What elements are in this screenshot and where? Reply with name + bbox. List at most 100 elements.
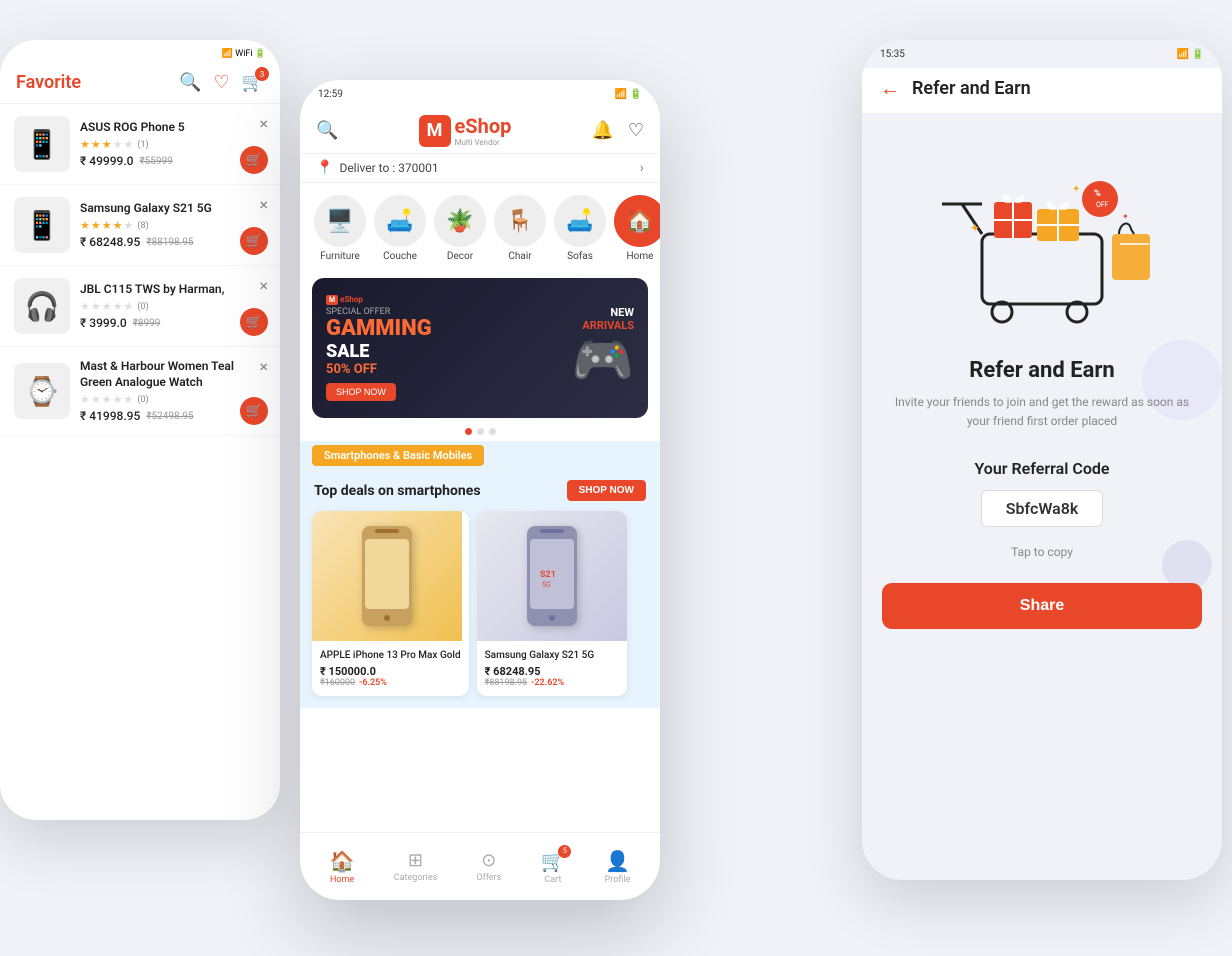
product-name-iphone: APPLE iPhone 13 Pro Max Gold (320, 649, 461, 662)
close-btn-1[interactable]: × (259, 114, 268, 133)
product-original-iphone: ₹160000 (320, 678, 355, 688)
deliver-bar[interactable]: 📍 Deliver to : 370001 › (300, 153, 660, 183)
category-icon-sofas: 🛋️ (554, 195, 606, 247)
review-count-3: (0) (137, 302, 148, 312)
banner-discount-text: 50% OFF (326, 362, 504, 377)
arrivals-label: ARRIVALS (582, 319, 634, 332)
time-right: 15:35 (880, 49, 905, 60)
nav-cart[interactable]: 🛒 5 Cart (540, 849, 565, 885)
location-pin-icon: 📍 (316, 160, 333, 176)
deliver-text: Deliver to : 370001 (339, 161, 639, 175)
stars-4: ★★★★★ (0) (80, 393, 266, 406)
item-info-2: Samsung Galaxy S21 5G ★★★★★ (8) ₹ 68248.… (80, 201, 266, 250)
nav-categories[interactable]: ⊞ Categories (394, 850, 437, 883)
add-to-cart-btn-2[interactable]: 🛒 (240, 227, 268, 255)
status-icons-mid: 📶 🔋 (615, 89, 642, 100)
bell-icon[interactable]: 🔔 (591, 120, 613, 141)
review-count-4: (0) (137, 395, 148, 405)
banner-arrivals-text: NEW ARRIVALS (582, 306, 634, 332)
categories-row: 🖥️ Furniture 🛋️ Couche 🪴 Decor 🪑 Chair 🛋… (300, 183, 660, 274)
back-button[interactable]: ← (880, 76, 900, 101)
item-info-3: JBL C115 TWS by Harman, ★★★★★ (0) ₹ 3999… (80, 282, 266, 331)
search-icon-mid[interactable]: 🔍 (316, 120, 338, 141)
nav-profile[interactable]: 👤 Profile (605, 849, 631, 885)
close-btn-2[interactable]: × (259, 195, 268, 214)
product-discount-iphone: -6.25% (359, 678, 387, 688)
category-decor[interactable]: 🪴 Decor (434, 195, 486, 262)
svg-text:✦: ✦ (1122, 212, 1129, 221)
close-btn-4[interactable]: × (259, 357, 268, 376)
product-card-samsung[interactable]: S21 5G Samsung Galaxy S21 5G ₹ 68248.95 … (477, 511, 627, 696)
dot-3 (489, 428, 496, 435)
wishlist-item: ⌚ Mast & Harbour Women Teal Green Analog… (0, 347, 280, 436)
search-icon[interactable]: 🔍 (179, 72, 201, 93)
product-price-iphone: ₹ 150000.0 (320, 665, 461, 678)
close-btn-3[interactable]: × (259, 276, 268, 295)
svg-text:✦: ✦ (1072, 184, 1080, 195)
svg-text:S21: S21 (540, 570, 556, 580)
item-name-2: Samsung Galaxy S21 5G (80, 201, 266, 217)
item-image-2: 📱 (14, 197, 70, 253)
home-nav-icon: 🏠 (330, 849, 355, 873)
nav-offers[interactable]: ⊙ Offers (476, 850, 501, 883)
heart-icon[interactable]: ♡ (213, 72, 229, 93)
banner-content: M eShop SPECIAL OFFER GAMMING SALE 50% O… (312, 278, 648, 418)
refer-description: Invite your friends to join and get the … (882, 393, 1202, 431)
category-chair[interactable]: 🪑 Chair (494, 195, 546, 262)
referral-code-section: Your Referral Code SbfcWa8k (882, 459, 1202, 537)
home-nav-label: Home (330, 875, 354, 885)
product-original-samsung: ₹88198.95 (485, 678, 527, 688)
phone-eshop: 12:59 📶 🔋 🔍 M eShop Multi Vendor 🔔 ♡ 📍 D… (300, 80, 660, 900)
cat-label-furniture: Furniture (320, 251, 360, 262)
shopping-cart-illustration: % OFF ✦ ✦ ✦ (922, 144, 1162, 334)
price-row-4: ₹ 41998.95 ₹52498.95 (80, 409, 266, 423)
product-img-iphone (312, 511, 462, 641)
category-couche[interactable]: 🛋️ Couche (374, 195, 426, 262)
tap-to-copy-text[interactable]: Tap to copy (882, 545, 1202, 559)
status-bar-left: 📶 WiFi 🔋 (0, 40, 280, 68)
add-to-cart-btn-1[interactable]: 🛒 (240, 146, 268, 174)
nav-home[interactable]: 🏠 Home (330, 849, 355, 885)
category-icon-chair: 🪑 (494, 195, 546, 247)
price-original-4: ₹52498.95 (146, 411, 193, 422)
cat-label-sofas: Sofas (567, 251, 593, 262)
review-count-1: (1) (137, 140, 148, 150)
category-home[interactable]: 🏠 Home (614, 195, 660, 262)
heart-icon-mid[interactable]: ♡ (628, 120, 644, 141)
topbar-icons: 🔍 ♡ 🛒 3 (179, 72, 264, 93)
item-image-3: 🎧 (14, 278, 70, 334)
share-button[interactable]: Share (882, 583, 1202, 629)
dot-2 (477, 428, 484, 435)
wishlist-title: Favorite (16, 72, 81, 93)
stars-2: ★★★★★ (8) (80, 219, 266, 232)
item-name-1: ASUS ROG Phone 5 (80, 120, 266, 136)
referral-code-box[interactable]: SbfcWa8k (981, 490, 1104, 527)
categories-nav-icon: ⊞ (408, 850, 423, 871)
cat-label-chair: Chair (508, 251, 531, 262)
smartphones-tag: Smartphones & Basic Mobiles (312, 445, 484, 466)
add-to-cart-btn-3[interactable]: 🛒 (240, 308, 268, 336)
add-to-cart-btn-4[interactable]: 🛒 (240, 397, 268, 425)
price-current-4: ₹ 41998.95 (80, 409, 140, 423)
banner-text: M eShop SPECIAL OFFER GAMMING SALE 50% O… (326, 295, 504, 401)
refer-content: % OFF ✦ ✦ ✦ Refer and Earn Invite your f… (862, 114, 1222, 649)
banner-shop-now-btn[interactable]: SHOP NOW (326, 383, 396, 401)
cart-wrap: 🛒 3 (242, 72, 264, 93)
wishlist-item: 🎧 JBL C115 TWS by Harman, ★★★★★ (0) ₹ 39… (0, 266, 280, 347)
cart-nav-badge: 5 (558, 845, 571, 858)
price-current-1: ₹ 49999.0 (80, 154, 134, 168)
cart-nav-label: Cart (544, 875, 561, 885)
bottom-nav: 🏠 Home ⊞ Categories ⊙ Offers 🛒 5 Cart 👤 … (300, 832, 660, 900)
product-card-iphone[interactable]: APPLE iPhone 13 Pro Max Gold ₹ 150000.0 … (312, 511, 469, 696)
status-icons-right: 📶 🔋 (1177, 49, 1204, 60)
category-sofas[interactable]: 🛋️ Sofas (554, 195, 606, 262)
refer-illustration: % OFF ✦ ✦ ✦ (882, 134, 1202, 334)
eshop-logo: M eShop Multi Vendor (419, 114, 512, 147)
promo-banner: M eShop SPECIAL OFFER GAMMING SALE 50% O… (312, 278, 648, 418)
shop-now-button[interactable]: SHOP NOW (567, 480, 646, 501)
category-furniture[interactable]: 🖥️ Furniture (314, 195, 366, 262)
cat-label-couche: Couche (383, 251, 417, 262)
price-original-3: ₹8999 (133, 318, 161, 329)
refer-topbar: ← Refer and Earn (862, 68, 1222, 114)
profile-nav-label: Profile (605, 875, 631, 885)
